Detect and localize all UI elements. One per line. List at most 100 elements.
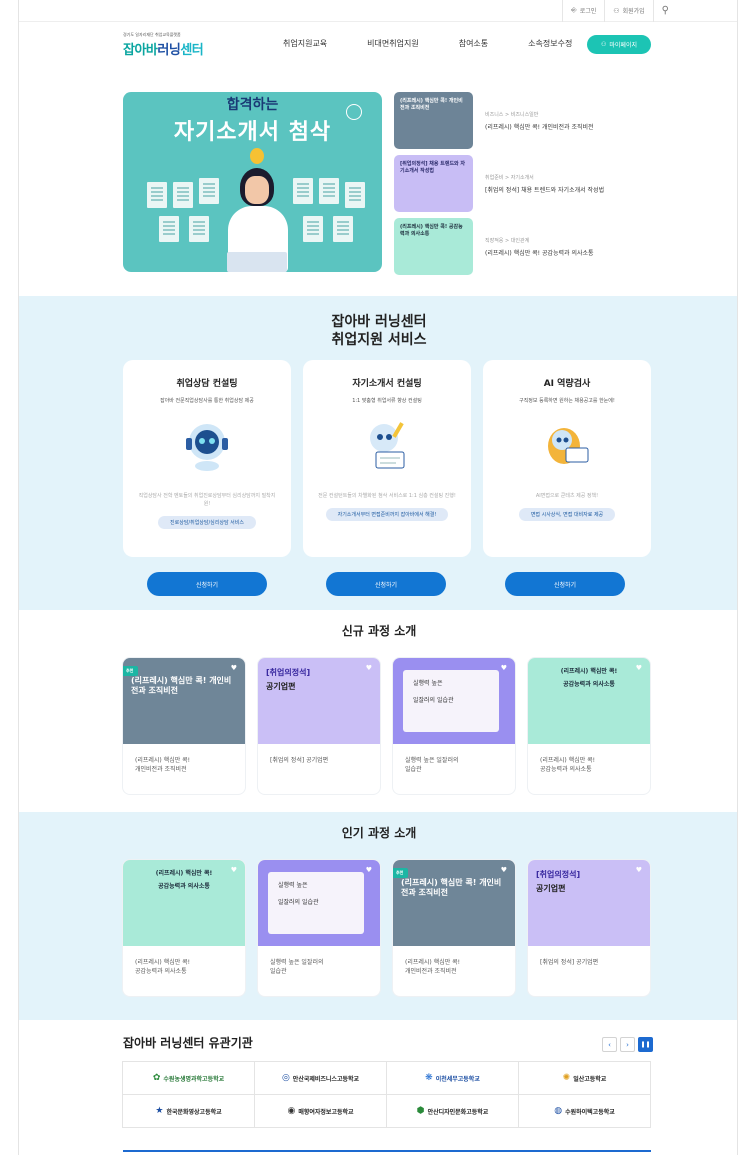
mypage-button[interactable]: ⚇ 마이페이지 <box>587 35 651 54</box>
partner-logo[interactable]: ★ 한국문화영상고등학교 <box>122 1094 255 1128</box>
decor-circle <box>346 104 362 120</box>
featured-thumbnail[interactable]: [취업의정석] 채용 트렌드와 자기소개서 작성법 <box>394 155 473 212</box>
partner-divider <box>123 1150 651 1152</box>
partner-logo[interactable]: ✿ 수원농생명과학고등학교 <box>122 1061 255 1095</box>
nav-item-community[interactable]: 참여소통 <box>459 38 488 49</box>
partner-list: ✿ 수원농생명과학고등학교 ◎ 안산국제비즈니스고등학교 ❋ 이천세무고등학교 ✺ 일산… <box>122 1061 651 1128</box>
partner-logo[interactable]: ◍ 수원하이텍고등학교 <box>518 1094 651 1128</box>
course-thumbnail: (리프레시) 핵심만 콕! 공감능력과 의사소통 ♥ <box>123 860 245 946</box>
document-illustration <box>345 182 365 208</box>
nav-item-education[interactable]: 취업지원교육 <box>283 38 327 49</box>
apply-button-ai[interactable]: 신청하기 <box>505 572 625 596</box>
service-title: 잡아바 러닝센터 취업지원 서비스 <box>331 314 427 348</box>
site-logo[interactable]: 경기도 일자리재단 취업교육플랫폼 잡아바러닝센터 <box>123 32 204 58</box>
document-illustration <box>303 216 323 242</box>
course-thumbnail: (리프레시) 핵심만 콕! 개인비전과 조직비전 추천 ♥ <box>123 658 245 744</box>
course-card[interactable]: (리프레시) 핵심만 콕! 개인비전과 조직비전 추천 ♥ (리프레시) 핵심만… <box>393 860 515 996</box>
course-thumbnail: [취업의정석] 공기업편 ♥ <box>528 860 650 946</box>
search-button[interactable]: ⚲ <box>652 0 677 22</box>
document-illustration <box>147 182 167 208</box>
nav-item-profile[interactable]: 소속정보수정 <box>528 38 572 49</box>
partner-logo[interactable]: ✺ 일산고등학교 <box>518 1061 651 1095</box>
heart-icon[interactable]: ♥ <box>636 866 642 874</box>
user-icon: ⚇ <box>613 6 620 15</box>
document-illustration <box>159 216 179 242</box>
heart-icon[interactable]: ♥ <box>501 866 507 874</box>
course-card[interactable]: [취업의정석] 공기업편 ♥ [취업의 정석] 공기업편 <box>258 658 380 794</box>
recommend-badge: 추천 <box>123 666 139 676</box>
course-card[interactable]: (리프레시) 핵심만 콕! 공감능력과 의사소통 ♥ (리프레시) 핵심만 콕!… <box>123 860 245 996</box>
course-card[interactable]: 실행력 높은 일잘러의 일습관 ♥ 실행력 높은 일잘러의 일습관 <box>258 860 380 996</box>
page: ⎆ 로그인 ⚇ 회원가입 ⚲ 경기도 일자리재단 취업교육플랫폼 잡아바러닝센터… <box>18 0 738 1155</box>
heart-icon[interactable]: ♥ <box>231 664 237 672</box>
course-card[interactable]: [취업의정석] 공기업편 ♥ [취업의 정석] 공기업편 <box>528 860 650 996</box>
course-thumbnail: [취업의정석] 공기업편 ♥ <box>258 658 380 744</box>
login-icon: ⎆ <box>571 6 577 14</box>
document-illustration <box>293 178 313 204</box>
course-thumbnail: (리프레시) 핵심만 콕! 개인비전과 조직비전 추천 ♥ <box>393 860 515 946</box>
heart-icon[interactable]: ♥ <box>231 866 237 874</box>
heart-icon[interactable]: ♥ <box>366 866 372 874</box>
course-card[interactable]: 실행력 높은 일잘러의 일습관 ♥ 실행력 높은 일잘러의 일습관 <box>393 658 515 794</box>
lightbulb-icon <box>250 148 264 164</box>
laptop-illustration <box>227 252 287 272</box>
emblem-icon: ★ <box>155 1106 164 1116</box>
service-tag: 면접 시사상식, 면접 대비자료 제공 <box>518 508 616 521</box>
heart-icon[interactable]: ♥ <box>636 664 642 672</box>
featured-thumbnail[interactable]: (리프레시) 핵심만 콕! 개인비전과 조직비전 <box>394 92 473 149</box>
course-card[interactable]: (리프레시) 핵심만 콕! 공감능력과 의사소통 ♥ (리프레시) 핵심만 콕!… <box>528 658 650 794</box>
service-card-counseling: 취업상담 컨설팅 잡아바 전문직업상담사를 통한 취업상담 제공 직업상담사 전… <box>123 360 291 557</box>
writing-robot-icon <box>362 418 412 472</box>
featured-item[interactable]: (리프레시) 핵심만 콕! 개인비전과 조직비전 비즈니스 > 비즈니스일반 (… <box>394 92 604 149</box>
course-thumbnail: 실행력 높은 일잘러의 일습관 ♥ <box>258 860 380 946</box>
signup-link[interactable]: ⚇ 회원가입 <box>604 0 652 22</box>
featured-item[interactable]: (리프레시) 핵심만 콕! 공감능력과 의사소통 직장적응 > 대인관계 (리프… <box>394 218 604 275</box>
partners-section: 잡아바 러닝센터 유관기관 ‹ › ❚❚ ✿ 수원농생명과학고등학교 ◎ 안산국제비… <box>19 1020 737 1155</box>
heart-icon[interactable]: ♥ <box>501 664 507 672</box>
emblem-icon: ✺ <box>562 1073 571 1083</box>
document-illustration <box>189 216 209 242</box>
partner-logo[interactable]: ◎ 안산국제비즈니스고등학교 <box>254 1061 387 1095</box>
heart-icon[interactable]: ♥ <box>366 664 372 672</box>
login-link[interactable]: ⎆ 로그인 <box>562 0 604 22</box>
service-card-resume: 자기소개서 컨설팅 1:1 맞춤형 취업서류 향상 컨설팅 전문 컨설턴트들의 … <box>303 360 471 557</box>
new-courses-section: 신규 과정 소개 (리프레시) 핵심만 콕! 개인비전과 조직비전 추천 ♥ (… <box>19 610 737 812</box>
featured-item[interactable]: [취업의정석] 채용 트렌드와 자기소개서 작성법 취업준비 > 자기소개서 [… <box>394 155 604 212</box>
main-nav: 취업지원교육 비대면취업지원 참여소통 소속정보수정 <box>283 38 572 49</box>
document-illustration <box>199 178 219 204</box>
emblem-icon: ✿ <box>152 1073 161 1083</box>
service-tag: 자기소개서부터 면접준비까지 잡아바에서 해결! <box>325 508 449 521</box>
search-icon: ⚲ <box>661 5 669 16</box>
document-illustration <box>333 216 353 242</box>
emblem-icon: ◉ <box>287 1106 296 1116</box>
apply-button-resume[interactable]: 신청하기 <box>326 572 446 596</box>
emblem-icon: ⬢ <box>416 1106 425 1116</box>
emblem-icon: ◍ <box>554 1106 563 1116</box>
partner-logo[interactable]: ◉ 매향여자정보고등학교 <box>254 1094 387 1128</box>
next-button[interactable]: › <box>620 1037 635 1052</box>
document-illustration <box>319 178 339 204</box>
course-card[interactable]: (리프레시) 핵심만 콕! 개인비전과 조직비전 추천 ♥ (리프레시) 핵심만… <box>123 658 245 794</box>
person-icon: ⚇ <box>601 41 607 48</box>
partner-pager: ‹ › ❚❚ <box>602 1037 653 1052</box>
service-card-ai: AI 역량검사 구직정보 등록하면 원하는 채용공고를 한눈에! AI면접으로 … <box>483 360 651 557</box>
document-illustration <box>173 182 193 208</box>
main-banner[interactable]: 합격하는 자기소개서 첨삭 <box>123 92 382 272</box>
service-section: 잡아바 러닝센터 취업지원 서비스 취업상담 컨설팅 잡아바 전문직업상담사를 … <box>19 296 737 610</box>
featured-thumbnail[interactable]: (리프레시) 핵심만 콕! 공감능력과 의사소통 <box>394 218 473 275</box>
apply-button-counseling[interactable]: 신청하기 <box>147 572 267 596</box>
hero-section: 합격하는 자기소개서 첨삭 (리프레시) 핵심만 콕! 개인비전과 조직비전 비… <box>19 68 737 296</box>
pause-button[interactable]: ❚❚ <box>638 1037 653 1052</box>
recommend-badge: 추천 <box>393 868 409 878</box>
partner-logo[interactable]: ⬢ 안산디자인문화고등학교 <box>386 1094 519 1128</box>
header: 경기도 일자리재단 취업교육플랫폼 잡아바러닝센터 취업지원교육 비대면취업지원… <box>19 22 737 68</box>
headset-robot-icon <box>182 418 232 472</box>
course-thumbnail: 실행력 높은 일잘러의 일습관 ♥ <box>393 658 515 744</box>
service-tag: 진로상담/취업상담/심리상담 서비스 <box>158 516 256 529</box>
partner-logo[interactable]: ❋ 이천세무고등학교 <box>386 1061 519 1095</box>
emblem-icon: ◎ <box>281 1073 290 1083</box>
laptop-robot-icon <box>542 418 592 472</box>
popular-courses-section: 인기 과정 소개 (리프레시) 핵심만 콕! 공감능력과 의사소통 ♥ (리프레… <box>19 812 737 1020</box>
nav-item-remote[interactable]: 비대면취업지원 <box>367 38 419 49</box>
prev-button[interactable]: ‹ <box>602 1037 617 1052</box>
